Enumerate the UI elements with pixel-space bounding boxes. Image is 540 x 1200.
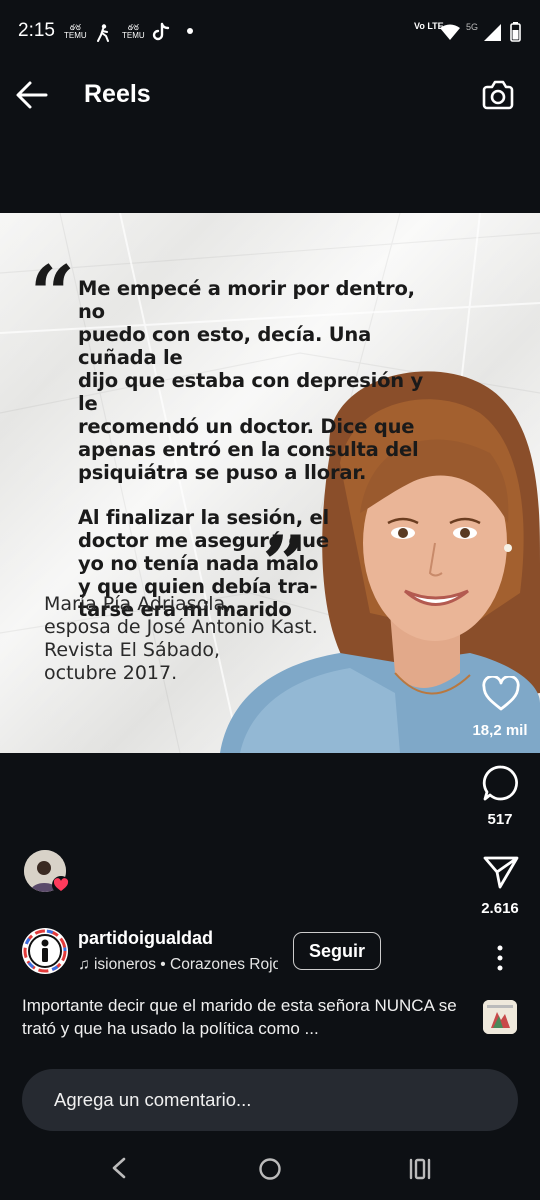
reel-post-image[interactable]: “ Me empecé a morir por dentro, no puedo… <box>0 213 540 753</box>
audio-cover-image <box>483 1000 517 1034</box>
nav-home-icon[interactable] <box>258 1157 282 1181</box>
music-track[interactable]: ♫ isioneros • Corazones Rojos <box>78 956 278 974</box>
system-nav-bar <box>0 1140 540 1200</box>
status-time: 2:15 <box>18 20 55 41</box>
comment-bubble-icon[interactable] <box>482 764 520 802</box>
comment-placeholder[interactable]: Agrega un comentario... <box>54 1089 251 1111</box>
follow-button[interactable]: Seguir <box>293 932 381 970</box>
share-send-icon[interactable] <box>482 854 520 890</box>
audio-thumbnail[interactable] <box>483 1000 517 1034</box>
temu-icon: ఠ∕ఠ TEMU <box>64 23 87 40</box>
quote-text: Me empecé a morir por dentro, no puedo c… <box>78 277 438 643</box>
signal-icon <box>484 24 501 41</box>
music-note-icon: ♫ <box>78 956 94 973</box>
tiktok-icon <box>152 22 170 41</box>
more-options-icon[interactable] <box>490 944 510 972</box>
back-arrow-icon[interactable] <box>14 78 50 112</box>
page-title: Reels <box>84 80 151 108</box>
camera-icon[interactable] <box>480 78 516 112</box>
comment-count[interactable]: 517 <box>460 811 540 828</box>
status-bar: 2:15 ఠ∕ఠ TEMU ఠ∕ఠ TEMU Vo LTE 5G <box>0 0 540 60</box>
like-heart-icon[interactable] <box>482 676 520 712</box>
like-count[interactable]: 18,2 mil <box>460 722 540 739</box>
share-count[interactable]: 2.616 <box>460 900 540 917</box>
account-logo-icon[interactable] <box>22 928 68 974</box>
music-track-label: isioneros • Corazones Rojos <box>93 956 278 973</box>
network-label: 5G <box>466 22 479 32</box>
liked-heart-badge-icon <box>52 876 70 894</box>
quote-attribution: María Pía Adriasola, esposa de José Anto… <box>44 593 318 684</box>
dot-icon <box>187 28 193 34</box>
quote-paragraph-1: Me empecé a morir por dentro, no puedo c… <box>78 277 424 484</box>
temu-icon: ఠ∕ఠ TEMU <box>122 23 145 40</box>
battery-icon <box>510 22 521 42</box>
nav-back-icon[interactable] <box>110 1157 128 1179</box>
account-username[interactable]: partidoigualdad <box>78 928 213 949</box>
walking-icon <box>97 24 109 42</box>
post-caption[interactable]: Importante decir que el marido de esta s… <box>22 994 462 1040</box>
wifi-icon <box>440 24 460 40</box>
opening-quote-mark: “ <box>30 249 75 340</box>
closing-quote-mark: ” <box>262 519 307 610</box>
nav-recents-icon[interactable] <box>408 1158 432 1180</box>
